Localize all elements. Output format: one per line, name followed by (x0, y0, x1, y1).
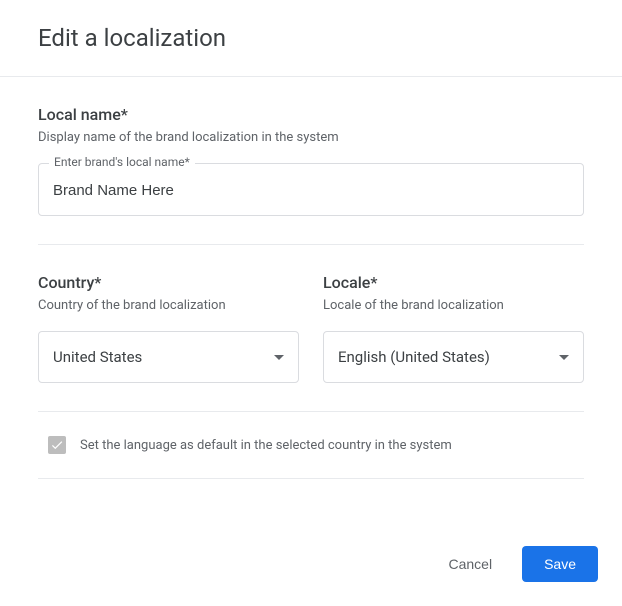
dialog-title: Edit a localization (38, 24, 584, 52)
locale-selected-value: English (United States) (338, 348, 490, 366)
dialog-footer: Cancel Save (426, 546, 598, 582)
default-language-label: Set the language as default in the selec… (80, 438, 452, 453)
locale-description: Locale of the brand localization (323, 298, 584, 313)
cancel-button[interactable]: Cancel (426, 546, 514, 582)
locale-label: Locale* (323, 273, 584, 292)
edit-localization-dialog: Edit a localization Local name* Display … (0, 0, 622, 606)
local-name-label: Local name* (38, 105, 584, 124)
save-button[interactable]: Save (522, 546, 598, 582)
dialog-header: Edit a localization (0, 0, 622, 77)
default-language-checkbox[interactable] (48, 436, 66, 454)
dialog-body: Local name* Display name of the brand lo… (0, 77, 622, 479)
chevron-down-icon (559, 355, 569, 360)
country-description: Country of the brand localization (38, 298, 299, 313)
country-select[interactable]: United States (38, 331, 299, 383)
locale-column: Locale* Locale of the brand localization… (323, 273, 584, 383)
country-selected-value: United States (53, 348, 142, 366)
local-name-floating-label: Enter brand's local name* (49, 155, 195, 169)
local-name-description: Display name of the brand localization i… (38, 130, 584, 145)
local-name-field[interactable]: Enter brand's local name* (38, 163, 584, 216)
locale-select[interactable]: English (United States) (323, 331, 584, 383)
default-language-row[interactable]: Set the language as default in the selec… (38, 412, 584, 479)
local-name-input[interactable] (53, 182, 569, 199)
country-column: Country* Country of the brand localizati… (38, 273, 299, 383)
country-locale-section: Country* Country of the brand localizati… (38, 245, 584, 412)
country-label: Country* (38, 273, 299, 292)
check-icon (50, 438, 64, 452)
chevron-down-icon (274, 355, 284, 360)
local-name-section: Local name* Display name of the brand lo… (38, 77, 584, 245)
